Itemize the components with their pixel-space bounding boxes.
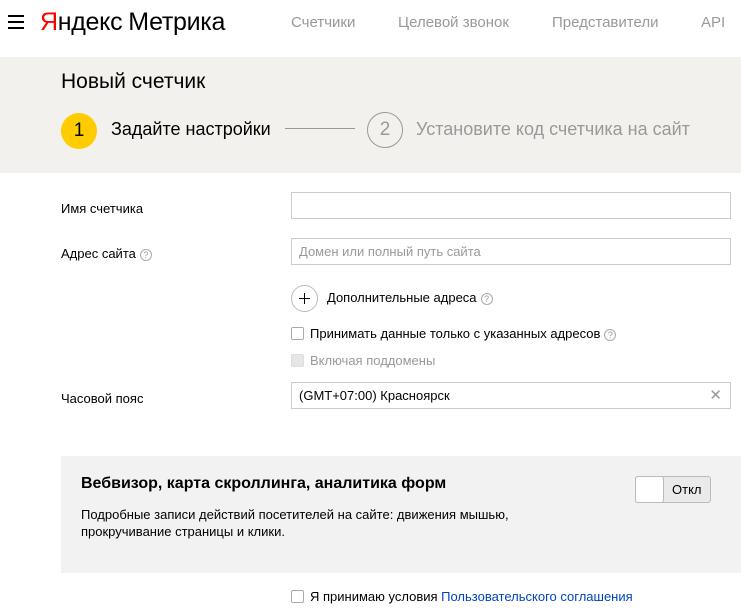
webvisor-description: Подробные записи действий посетителей на… [81, 507, 509, 539]
nav-target-call[interactable]: Целевой звонок [398, 14, 509, 31]
clear-icon[interactable]: ✕ [709, 383, 722, 408]
page-header: Новый счетчик 1 Задайте настройки 2 Уста… [0, 57, 741, 173]
step-1-label: Задайте настройки [111, 119, 271, 139]
site-address-label: Адрес сайта [61, 246, 136, 261]
site-address-input[interactable] [291, 238, 731, 265]
nav-counters[interactable]: Счетчики [291, 14, 355, 31]
yandex-metrica-logo[interactable]: Яндекс Метрика [40, 8, 225, 37]
accept-only-listed-checkbox[interactable] [291, 327, 304, 340]
include-subdomains-label: Включая поддомены [310, 353, 436, 368]
agreement-checkbox[interactable] [291, 590, 304, 603]
help-icon[interactable]: ? [139, 248, 152, 261]
nav-representatives[interactable]: Представители [552, 14, 658, 31]
page-title: Новый счетчик [61, 70, 206, 93]
add-address-button[interactable] [291, 285, 318, 312]
step-2-indicator: 2 [367, 112, 403, 148]
additional-addresses-label: Дополнительные адреса [327, 290, 477, 305]
menu-icon[interactable] [8, 15, 24, 29]
agreement-text: Я принимаю условия [310, 589, 442, 604]
webvisor-toggle[interactable]: Откл [635, 476, 711, 503]
agreement-row[interactable]: Я принимаю условия Пользовательского сог… [291, 589, 633, 604]
additional-addresses-row[interactable]: Дополнительные адреса? [327, 290, 493, 305]
webvisor-title: Вебвизор, карта скроллинга, аналитика фо… [81, 475, 447, 492]
counter-name-input[interactable] [291, 192, 731, 219]
include-subdomains-row: Включая поддомены [291, 353, 435, 368]
help-icon[interactable]: ? [604, 328, 617, 341]
counter-name-label: Имя счетчика [61, 201, 144, 216]
site-address-label-row: Адрес сайта? [61, 246, 152, 261]
timezone-label: Часовой пояс [61, 391, 144, 406]
toggle-label: Откл [672, 482, 702, 497]
accept-only-listed-label: Принимать данные только с указанных адре… [310, 326, 601, 341]
top-navigation: Яндекс Метрика Счетчики Целевой звонок Пр… [0, 0, 741, 46]
include-subdomains-checkbox [291, 354, 304, 367]
accept-only-listed-row[interactable]: Принимать данные только с указанных адре… [291, 326, 617, 341]
timezone-value: (GMT+07:00) Красноярск [299, 388, 450, 403]
step-connector [285, 128, 355, 129]
timezone-select[interactable]: (GMT+07:00) Красноярск ✕ [291, 382, 731, 409]
nav-api[interactable]: API [701, 14, 725, 31]
step-1-indicator: 1 [61, 113, 97, 149]
step-2-label: Установите код счетчика на сайт [416, 119, 690, 139]
user-agreement-link[interactable]: Пользовательского соглашения [441, 589, 633, 604]
help-icon[interactable]: ? [480, 292, 493, 305]
webvisor-panel: Вебвизор, карта скроллинга, аналитика фо… [61, 456, 741, 573]
toggle-knob [635, 476, 664, 503]
